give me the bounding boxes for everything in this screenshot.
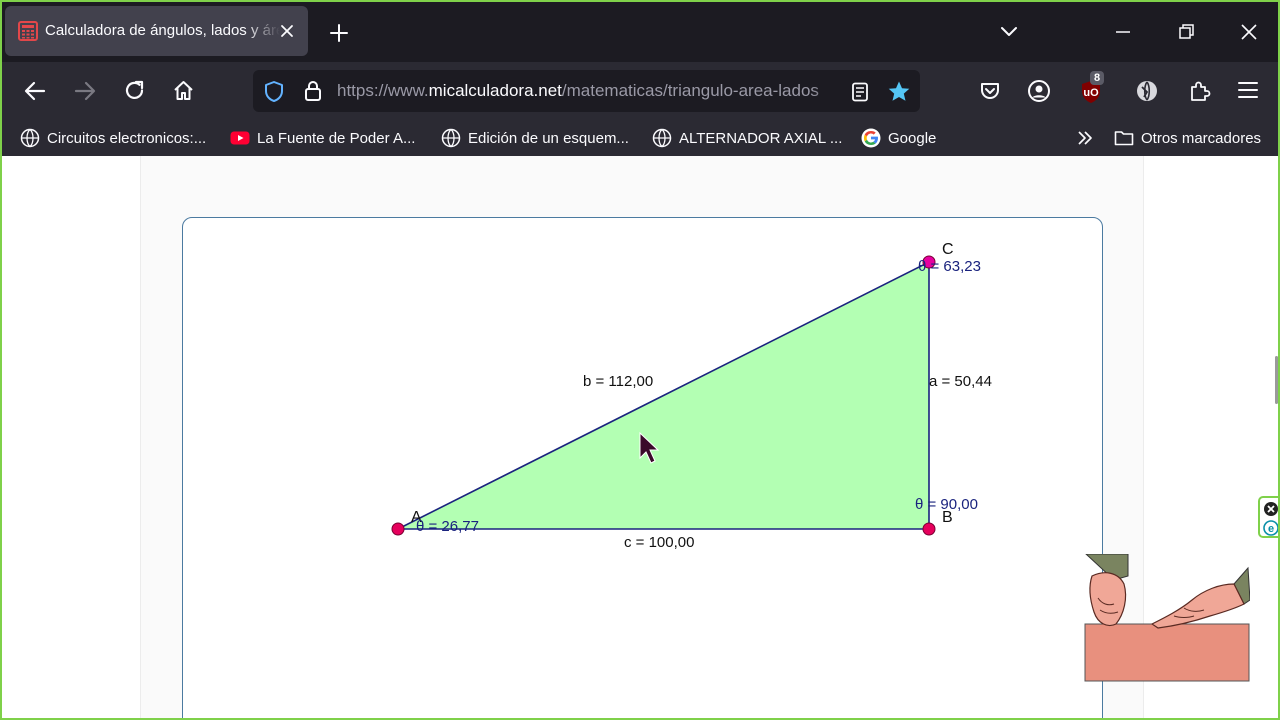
pocket-icon[interactable] — [979, 80, 1001, 102]
bookmark-item-fuente-de-poder[interactable]: La Fuente de Poder A... — [230, 127, 415, 149]
chevron-double-right-icon[interactable] — [1076, 129, 1094, 147]
vertex-point-a[interactable] — [391, 522, 405, 536]
active-tab[interactable]: Calculadora de ángulos, lados y áreas — [5, 6, 308, 56]
ad-illustration[interactable] — [1084, 554, 1250, 682]
new-tab-icon[interactable] — [329, 23, 349, 43]
bookmark-star-icon[interactable] — [887, 80, 911, 103]
url-host: micalculadora.net — [428, 81, 562, 100]
extension-side-widget[interactable]: e — [1258, 496, 1279, 538]
close-circle-icon[interactable] — [1263, 501, 1279, 517]
angle-label-b: θ = 90,00 — [915, 496, 978, 513]
side-label-b: b = 112,00 — [583, 373, 653, 390]
bookmark-label: La Fuente de Poder A... — [257, 129, 416, 147]
vertex-label-c: C — [942, 241, 954, 258]
bookmark-item-alternador-axial[interactable]: ALTERNADOR AXIAL ... — [652, 127, 842, 149]
side-label-c: c = 100,00 — [624, 534, 694, 551]
bookmark-label: Google — [888, 129, 937, 147]
bookmark-item-google[interactable]: Google — [861, 127, 936, 149]
svg-text:e: e — [1268, 523, 1274, 535]
globe-icon — [652, 128, 672, 148]
back-icon[interactable] — [24, 80, 46, 102]
vertex-point-b[interactable] — [922, 522, 936, 536]
youtube-icon — [230, 131, 250, 145]
chevron-down-icon[interactable] — [1000, 24, 1018, 40]
page-content: A B C b = 112,00 a = 50,44 c = 100,00 θ … — [2, 156, 1279, 718]
side-label-a: a = 50,44 — [929, 373, 992, 390]
folder-icon — [1114, 131, 1134, 146]
extension-e-icon[interactable]: e — [1263, 520, 1279, 536]
google-icon — [861, 128, 881, 148]
restore-icon[interactable] — [1179, 24, 1195, 40]
minimize-icon[interactable] — [1115, 30, 1131, 34]
triangle-shape[interactable] — [397, 260, 930, 530]
browser-window: Calculadora de ángulos, lados y áreas ht… — [0, 0, 1280, 720]
angle-label-a: θ = 26,77 — [416, 518, 479, 535]
bookmark-item-edicion-esquema[interactable]: Edición de un esquem... — [441, 127, 629, 149]
navigation-toolbar: https://www.micalculadora.net/matematica… — [2, 62, 1278, 120]
bookmark-label: Circuitos electronicos:... — [47, 129, 207, 147]
globe-icon — [441, 128, 461, 148]
scrollbar-thumb[interactable] — [1275, 356, 1278, 404]
url-path: /matematicas/triangulo-area-lados — [561, 81, 819, 100]
home-icon[interactable] — [172, 79, 195, 102]
extension-globe-icon[interactable] — [1135, 79, 1159, 103]
reload-icon[interactable] — [123, 79, 146, 102]
angle-label-c: θ = 63,23 — [918, 258, 981, 275]
address-bar[interactable]: https://www.micalculadora.net/matematica… — [253, 70, 920, 112]
bookmark-item-circuitos[interactable]: Circuitos electronicos:... — [20, 127, 206, 149]
ublock-count-badge: 8 — [1090, 71, 1105, 85]
tab-title: Calculadora de ángulos, lados y áreas — [45, 22, 280, 39]
account-icon[interactable] — [1027, 79, 1051, 103]
bookmark-label: Otros marcadores — [1141, 129, 1262, 147]
lock-icon[interactable] — [304, 80, 322, 102]
bookmark-label: Edición de un esquem... — [468, 129, 629, 147]
globe-icon — [20, 128, 40, 148]
bookmark-folder-otros[interactable]: Otros marcadores — [1114, 127, 1261, 149]
bookmark-label: ALTERNADOR AXIAL ... — [679, 129, 843, 147]
extensions-puzzle-icon[interactable] — [1188, 79, 1211, 102]
tab-strip: Calculadora de ángulos, lados y áreas — [2, 2, 1278, 62]
url-prefix: https://www. — [337, 81, 429, 100]
url-text[interactable]: https://www.micalculadora.net/matematica… — [337, 81, 842, 101]
reader-view-icon[interactable] — [851, 82, 869, 102]
calculator-icon — [18, 21, 38, 41]
shield-icon[interactable] — [263, 80, 285, 103]
menu-icon[interactable] — [1238, 81, 1258, 99]
forward-icon[interactable] — [74, 80, 96, 102]
close-tab-icon[interactable] — [279, 23, 295, 39]
svg-text:uO: uO — [1083, 87, 1099, 99]
bookmarks-toolbar: Circuitos electronicos:... La Fuente de … — [2, 120, 1278, 156]
close-window-icon[interactable] — [1241, 24, 1257, 40]
